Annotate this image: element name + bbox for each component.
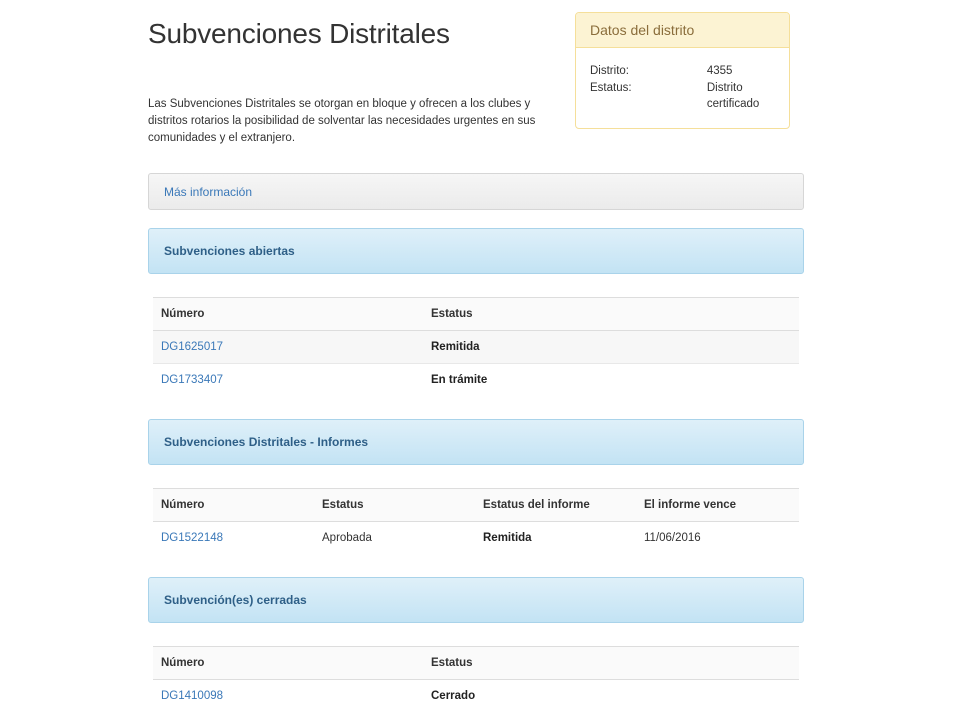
table-header-row: Número Estatus (153, 646, 799, 680)
grant-link-dg1522148[interactable]: DG1522148 (161, 532, 223, 544)
open-grants-header: Subvenciones abiertas (148, 228, 804, 274)
column-header-number: Número (153, 297, 423, 331)
grant-number-cell: DG1410098 (153, 680, 423, 713)
column-header-status: Estatus (423, 297, 799, 331)
table-row: DG1625017 Remitida (153, 330, 799, 364)
closed-grants-table: Número Estatus DG1410098 Cerrado (153, 646, 799, 712)
table-header-row: Número Estatus Estatus del informe El in… (153, 488, 799, 522)
column-header-report-due: El informe vence (636, 488, 799, 522)
district-value: 4355 (706, 65, 733, 77)
reports-table: Número Estatus Estatus del informe El in… (153, 488, 799, 554)
more-info-toggle[interactable]: Más información (148, 173, 804, 210)
district-row: Distrito: 4355 (590, 63, 775, 80)
table-header-row: Número Estatus (153, 297, 799, 331)
closed-grants-header: Subvención(es) cerradas (148, 577, 804, 623)
district-status-row: Estatus: Distrito certificado (590, 80, 775, 113)
table-row: DG1733407 En trámite (153, 364, 799, 397)
grant-status-cell: En trámite (431, 374, 488, 386)
district-label: Distrito: (590, 65, 629, 77)
grant-number-cell: DG1522148 (153, 522, 314, 555)
report-due-cell: 11/06/2016 (644, 532, 701, 544)
grant-status-cell: Aprobada (322, 532, 372, 544)
reports-header: Subvenciones Distritales - Informes (148, 419, 804, 465)
grant-link-dg1410098[interactable]: DG1410098 (161, 690, 223, 702)
column-header-status: Estatus (423, 646, 799, 680)
table-row: DG1522148 Aprobada Remitida 11/06/2016 (153, 522, 799, 555)
column-header-number: Número (153, 488, 314, 522)
page-title: Subvenciones Distritales (148, 18, 450, 49)
district-status-label: Estatus: (590, 81, 632, 94)
district-info-body: Distrito: 4355 Estatus: Distrito certifi… (576, 48, 789, 113)
grant-status-cell: Remitida (423, 330, 799, 364)
district-status-value: Distrito certificado (706, 81, 760, 111)
grant-status-cell: Cerrado (431, 690, 476, 702)
intro-text: Las Subvenciones Distritales se otorgan … (148, 98, 536, 144)
grant-number-cell: DG1625017 (153, 330, 423, 364)
open-grants-table: Número Estatus DG1625017 Remitida DG1733… (153, 297, 799, 396)
grant-number-cell: DG1733407 (153, 364, 423, 397)
district-info-title: Datos del distrito (576, 13, 789, 48)
report-status-cell: Remitida (483, 532, 532, 544)
district-info-panel: Datos del distrito Distrito: 4355 Estatu… (575, 12, 790, 129)
grant-link-dg1733407[interactable]: DG1733407 (161, 374, 223, 386)
column-header-status: Estatus (314, 488, 475, 522)
column-header-report-status: Estatus del informe (475, 488, 636, 522)
column-header-number: Número (153, 646, 423, 680)
grant-link-dg1625017[interactable]: DG1625017 (161, 341, 223, 353)
table-row: DG1410098 Cerrado (153, 680, 799, 713)
grants-page: Subvenciones Distritales Las Subvencione… (0, 0, 960, 720)
